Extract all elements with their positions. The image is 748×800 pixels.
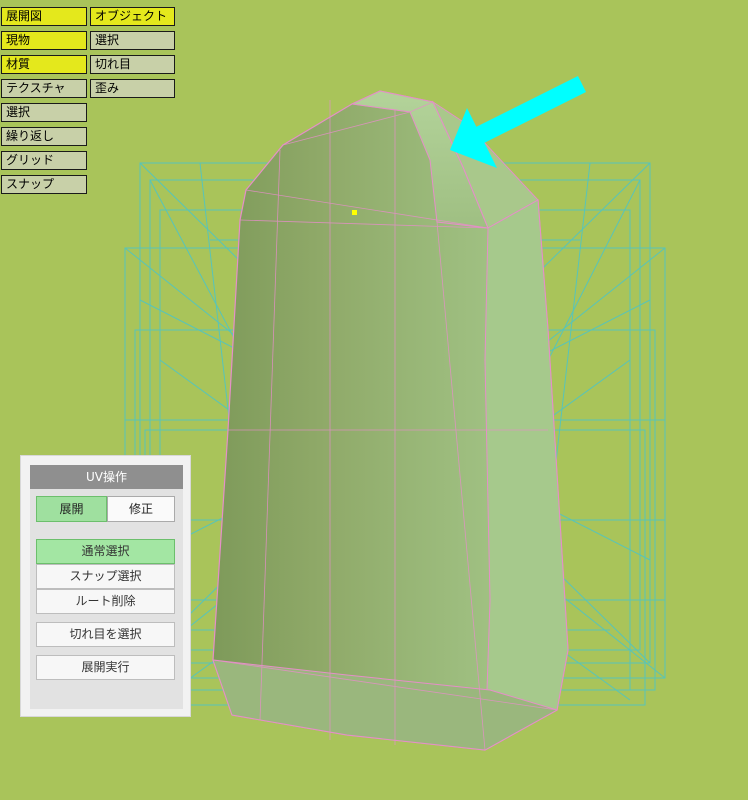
uv-operations-panel: UV操作 展開 修正 通常選択 スナップ選択 ルート削除 切れ目を選択 展開実行: [20, 455, 191, 717]
mode-button-development-view[interactable]: 展開図: [1, 7, 87, 26]
arrow-annotation: [450, 75, 587, 168]
mode-button-actual-object[interactable]: 現物: [1, 31, 87, 50]
mode-button-repeat[interactable]: 繰り返し: [1, 127, 87, 146]
3d-viewport[interactable]: 展開図 現物 材質 テクスチャ 選択 繰り返し グリッド スナップ オブジェクト…: [0, 0, 748, 800]
run-unfold-button[interactable]: 展開実行: [36, 655, 175, 680]
mode-button-snap[interactable]: スナップ: [1, 175, 87, 194]
mode-button-distortion[interactable]: 歪み: [90, 79, 175, 98]
selected-vertex[interactable]: [352, 210, 357, 215]
mode-button-seam[interactable]: 切れ目: [90, 55, 175, 74]
tab-modify[interactable]: 修正: [107, 496, 175, 522]
mode-button-object[interactable]: オブジェクト: [90, 7, 175, 26]
model-mesh[interactable]: [212, 90, 569, 751]
mode-button-material[interactable]: 材質: [1, 55, 87, 74]
snap-select-button[interactable]: スナップ選択: [36, 564, 175, 589]
select-seam-button[interactable]: 切れ目を選択: [36, 622, 175, 647]
normal-select-button[interactable]: 通常選択: [36, 539, 175, 564]
uv-panel-body: UV操作 展開 修正 通常選択 スナップ選択 ルート削除 切れ目を選択 展開実行: [30, 465, 183, 709]
mode-button-texture[interactable]: テクスチャ: [1, 79, 87, 98]
mode-button-grid[interactable]: グリッド: [1, 151, 87, 170]
mode-button-select[interactable]: 選択: [1, 103, 87, 122]
delete-route-button[interactable]: ルート削除: [36, 589, 175, 614]
uv-panel-title: UV操作: [30, 465, 183, 489]
tab-unfold[interactable]: 展開: [36, 496, 107, 522]
mode-button-selection[interactable]: 選択: [90, 31, 175, 50]
